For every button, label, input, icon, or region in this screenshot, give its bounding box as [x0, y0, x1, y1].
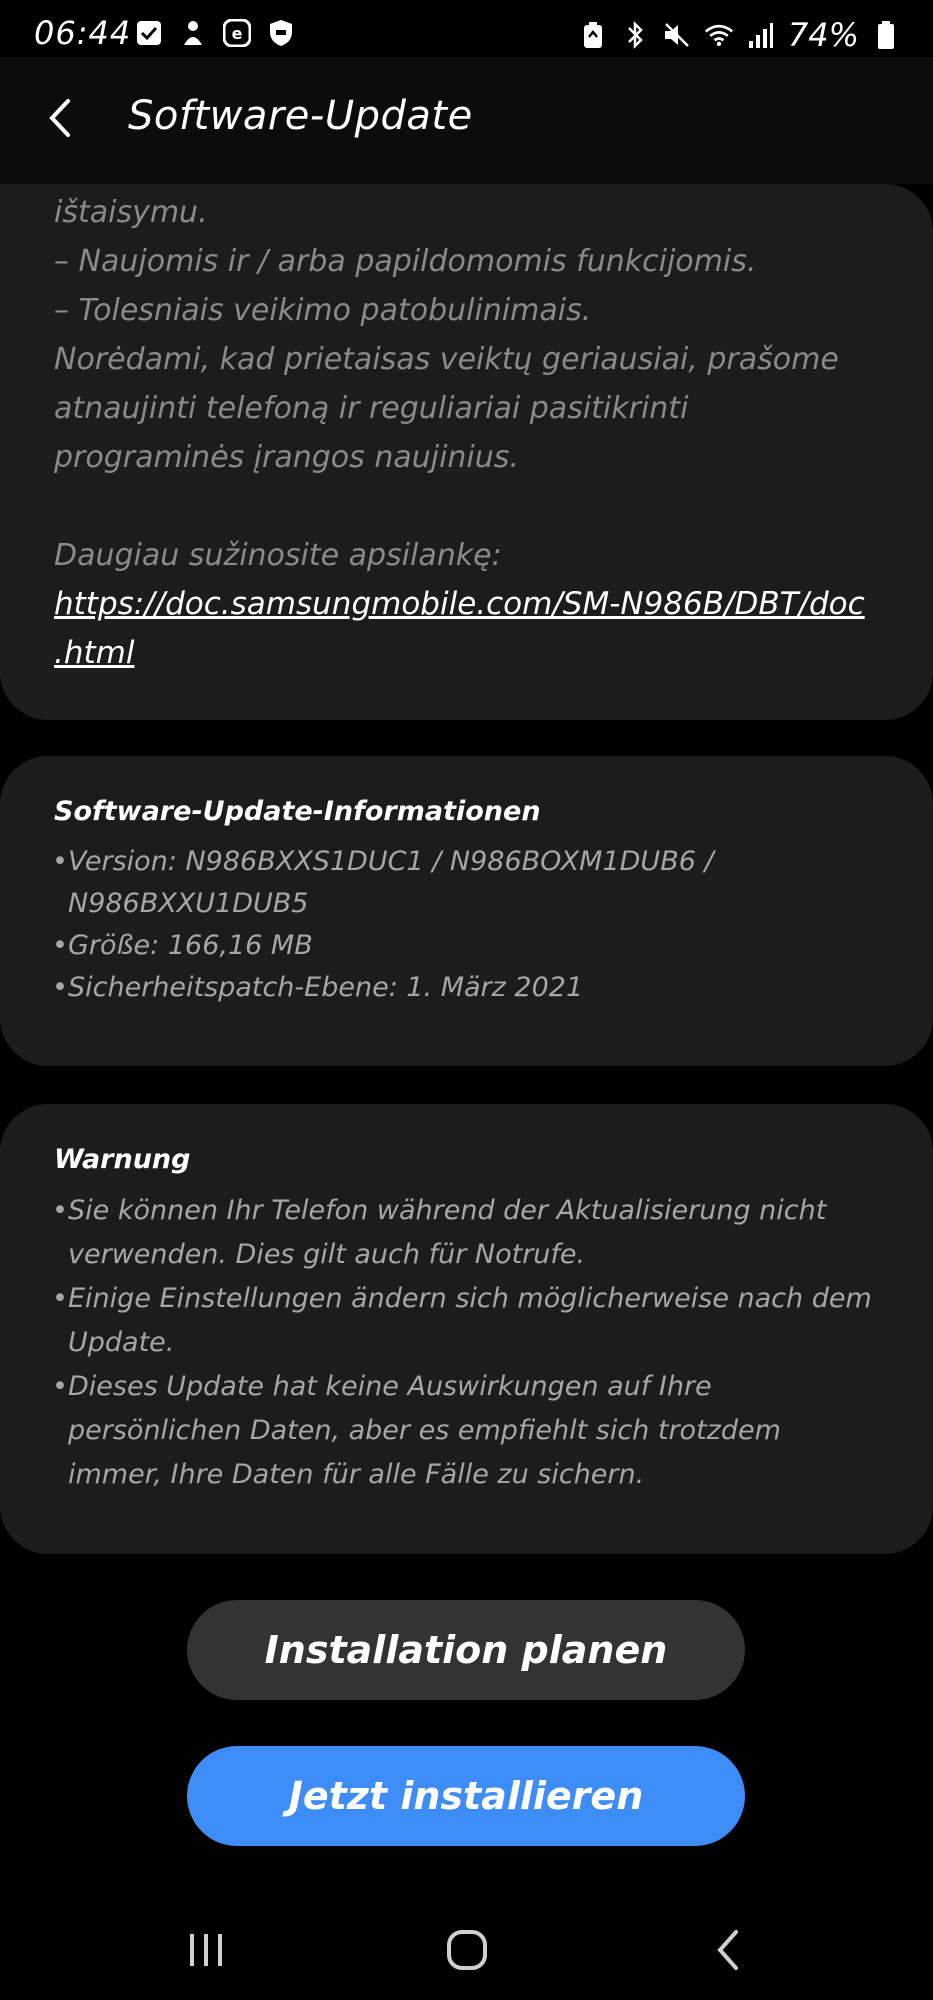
- more-info-text: Daugiau sužinosite apsilankę:: [54, 538, 502, 573]
- home-icon: [447, 1930, 487, 1970]
- warning-item: Einige Einstellungen ändern sich möglich…: [52, 1277, 879, 1365]
- battery-percentage: 74%: [787, 16, 859, 54]
- back-nav-icon: [717, 1930, 738, 1970]
- back-nav-button[interactable]: [698, 1922, 758, 1978]
- signal-icon: [746, 20, 776, 50]
- version-item: Version: N986BXXS1DUC1 / N986BOXM1DUB6 /…: [52, 841, 879, 925]
- mute-icon: [662, 20, 692, 50]
- navigation-bar: [0, 1900, 933, 2000]
- battery-icon: [871, 20, 901, 50]
- security-patch-item: Sicherheitspatch-Ebene: 1. März 2021: [52, 967, 879, 1009]
- wifi-icon: [704, 20, 734, 50]
- bluetooth-icon: [620, 20, 650, 50]
- checkbox-notification-icon: [134, 18, 164, 48]
- status-time: 06:44: [34, 14, 132, 52]
- warning-heading: Warnung: [54, 1144, 191, 1175]
- release-notes-line: atnaujinti telefoną ir reguliariai pasit…: [54, 391, 689, 426]
- release-notes-link[interactable]: https://doc.samsungmobile.com/SM-N986B/D…: [54, 580, 879, 629]
- release-notes-line: – Tolesniais veikimo patobulinimais.: [54, 293, 592, 328]
- release-notes-line: – Naujomis ir / arba papildomomis funkci…: [54, 244, 757, 279]
- back-arrow-icon: [49, 99, 70, 137]
- release-notes-line: programinės įrangos naujinius.: [54, 440, 519, 475]
- size-item: Größe: 166,16 MB: [52, 925, 879, 967]
- status-system-icons: 74%: [578, 16, 901, 54]
- status-notification-icons: e: [134, 18, 296, 48]
- back-button[interactable]: [38, 93, 88, 143]
- release-notes-line: Norėdami, kad prietaisas veiktų geriausi…: [54, 342, 839, 377]
- app-bar: Software-Update: [0, 57, 933, 184]
- schedule-install-button[interactable]: Installation planen: [187, 1600, 745, 1700]
- e-app-icon: e: [222, 18, 252, 48]
- battery-saver-icon: [578, 20, 608, 50]
- recent-apps-icon: [190, 1934, 222, 1966]
- page-title: Software-Update: [128, 93, 473, 139]
- update-info-heading: Software-Update-Informationen: [54, 796, 541, 827]
- warning-card: Warnung Sie können Ihr Telefon während d…: [0, 1104, 933, 1554]
- install-now-button[interactable]: Jetzt installieren: [187, 1746, 745, 1846]
- recent-apps-button[interactable]: [176, 1922, 236, 1978]
- warning-item: Sie können Ihr Telefon während der Aktua…: [52, 1189, 879, 1277]
- release-notes-line: ištaisymu.: [54, 195, 208, 230]
- home-button[interactable]: [437, 1922, 497, 1978]
- shield-icon: [266, 18, 296, 48]
- release-notes-link-continued[interactable]: .html: [54, 629, 879, 678]
- svg-text:e: e: [232, 24, 243, 43]
- release-notes-card: ištaisymu. – Naujomis ir / arba papildom…: [0, 184, 933, 720]
- warning-item: Dieses Update hat keine Auswirkungen auf…: [52, 1365, 879, 1497]
- update-info-card: Software-Update-Informationen Version: N…: [0, 756, 933, 1066]
- cleaner-icon: [178, 18, 208, 48]
